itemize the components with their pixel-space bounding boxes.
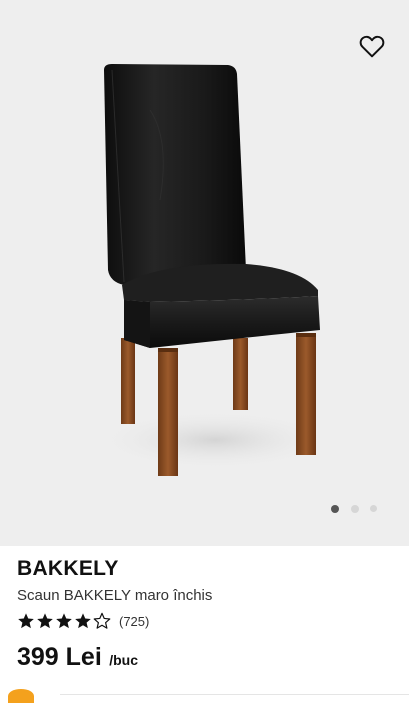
favorite-button[interactable] (359, 34, 385, 58)
product-description: Scaun BAKKELY maro închis (17, 587, 213, 604)
star-icon (18, 613, 34, 629)
product-price: 399 Lei /buc (17, 643, 138, 672)
gallery-dot[interactable] (351, 505, 359, 513)
product-name: BAKKELY (17, 557, 119, 580)
heart-outline-icon[interactable] (359, 34, 385, 58)
gallery-dot-active[interactable] (331, 505, 339, 513)
star-empty-icon (93, 612, 111, 629)
chat-badge-icon[interactable] (8, 689, 34, 703)
price-unit: /buc (109, 652, 139, 668)
divider (60, 694, 409, 695)
star-icon (75, 613, 91, 629)
product-rating[interactable]: (725) (17, 611, 149, 631)
star-icon (56, 613, 72, 629)
review-count[interactable]: (725) (119, 614, 149, 629)
product-image-gallery[interactable] (0, 0, 409, 546)
gallery-pagination (0, 505, 409, 515)
star-icon (37, 613, 53, 629)
product-image[interactable] (0, 0, 409, 546)
price-amount: 399 Lei (17, 643, 102, 671)
gallery-dot[interactable] (370, 505, 377, 512)
